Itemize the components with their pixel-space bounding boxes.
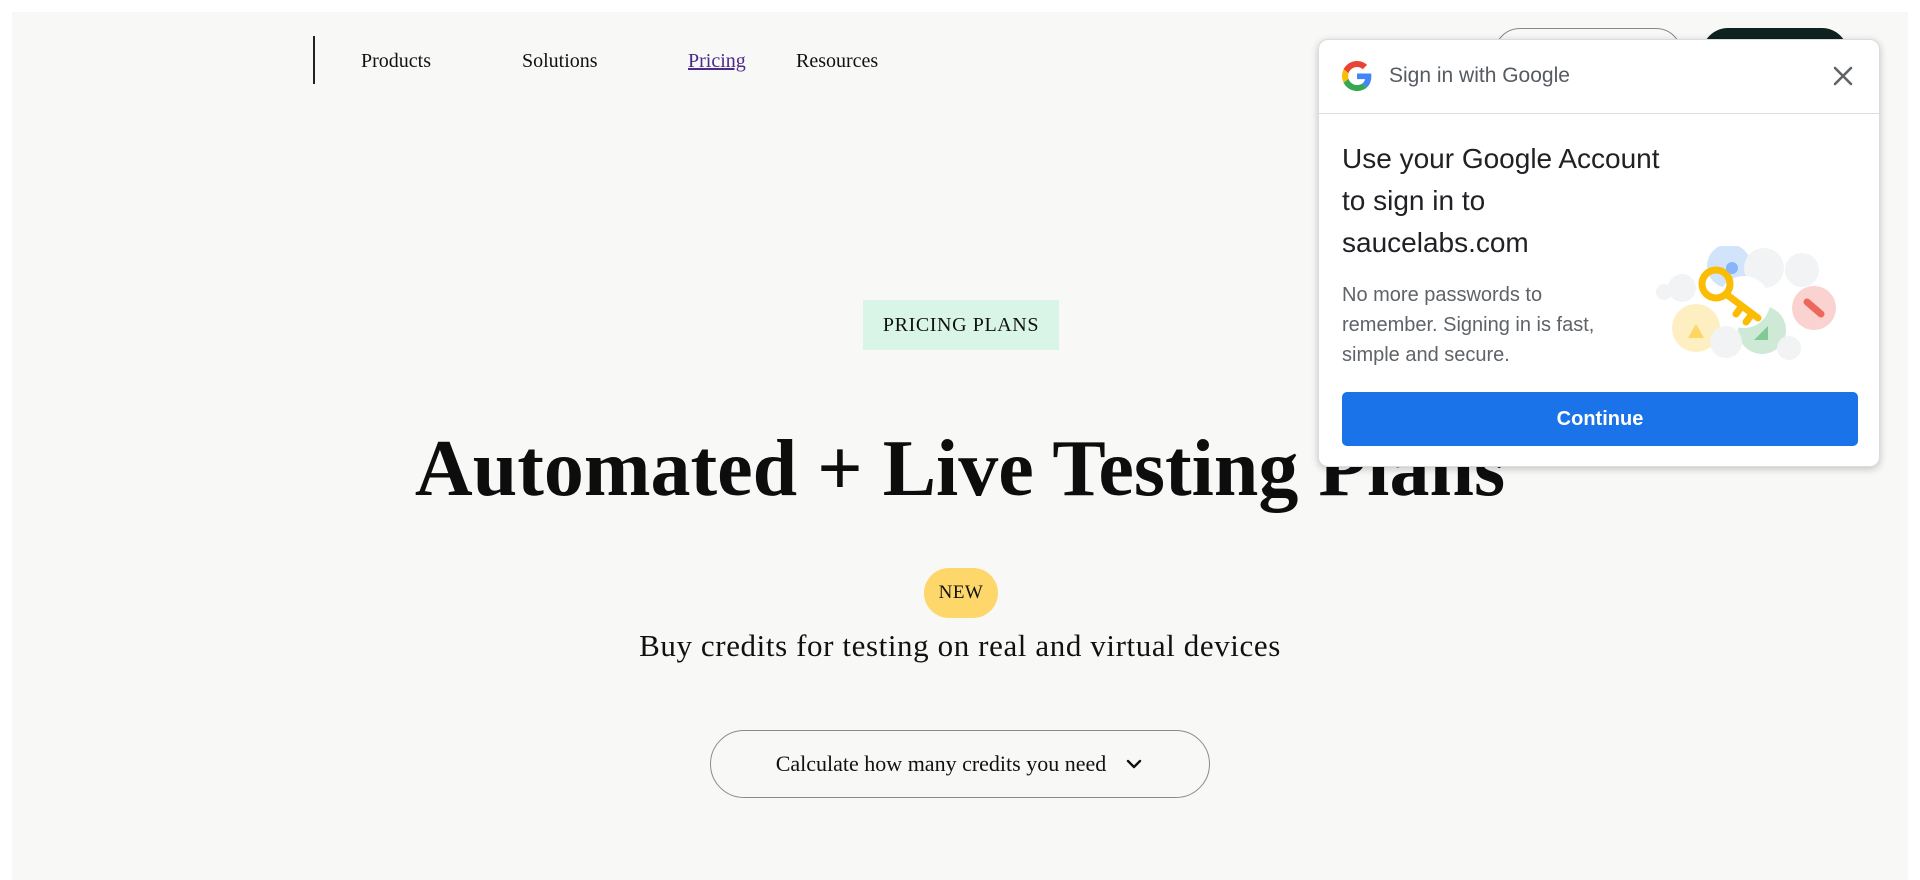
calculate-credits-label: Calculate how many credits you need	[775, 751, 1107, 776]
heading-line: to sign in to	[1342, 185, 1486, 216]
nav-products[interactable]: Products	[361, 50, 431, 73]
close-icon[interactable]	[1829, 62, 1857, 90]
heading-line: Use your Google Account	[1342, 143, 1660, 174]
continue-button[interactable]: Continue	[1342, 392, 1858, 446]
nav-divider	[313, 36, 315, 84]
nav-resources[interactable]: Resources	[796, 50, 878, 73]
google-logo-icon	[1342, 61, 1372, 91]
nav-pricing[interactable]: Pricing	[688, 50, 746, 73]
new-badge: NEW	[924, 568, 998, 618]
chevron-down-icon	[1127, 759, 1142, 769]
pricing-plans-eyebrow: PRICING PLANS	[863, 300, 1059, 350]
google-popup-heading: Use your Google Account to sign in to sa…	[1342, 138, 1702, 264]
google-signin-popup: Sign in with Google Use your Google Acco…	[1318, 39, 1880, 467]
google-popup-title: Sign in with Google	[1389, 64, 1570, 87]
nav-solutions[interactable]: Solutions	[522, 50, 598, 73]
heading-line: saucelabs.com	[1342, 227, 1529, 258]
hero-subtitle: Buy credits for testing on real and virt…	[639, 628, 1281, 663]
key-illustration-icon	[1656, 246, 1836, 360]
google-popup-description: No more passwords to remember. Signing i…	[1342, 284, 1595, 366]
google-popup-header: Sign in with Google	[1319, 40, 1879, 114]
calculate-credits-button[interactable]: Calculate how many credits you need	[710, 730, 1210, 798]
